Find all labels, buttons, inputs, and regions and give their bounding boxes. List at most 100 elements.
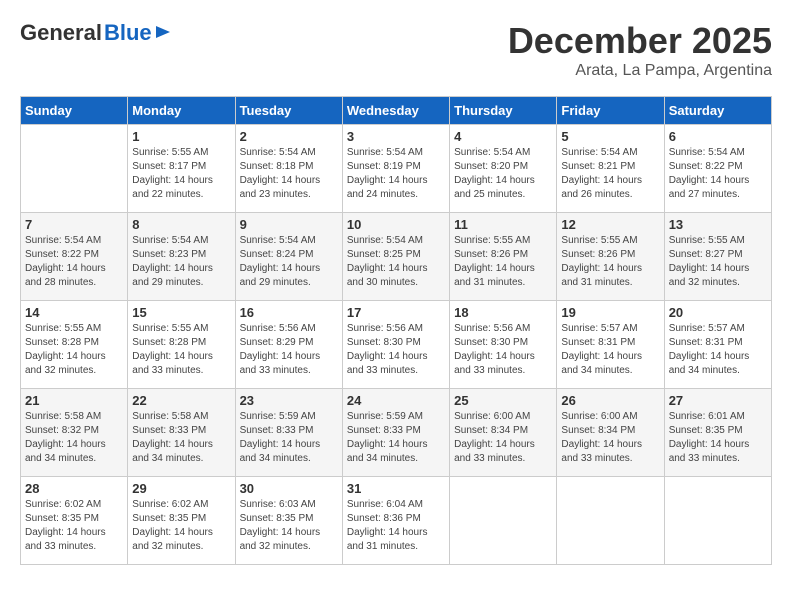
weekday-header: Saturday xyxy=(664,97,771,125)
cell-info: Sunrise: 5:55 AMSunset: 8:17 PMDaylight:… xyxy=(132,146,230,202)
calendar-cell xyxy=(450,477,557,565)
day-number: 7 xyxy=(25,217,123,232)
calendar-cell: 8 Sunrise: 5:54 AMSunset: 8:23 PMDaylight… xyxy=(128,213,235,301)
cell-info: Sunrise: 6:01 AMSunset: 8:35 PMDaylight:… xyxy=(669,410,767,466)
day-number: 2 xyxy=(240,129,338,144)
day-number: 5 xyxy=(561,129,659,144)
title-area: December 2025 Arata, La Pampa, Argentina xyxy=(508,20,772,80)
calendar-cell: 5 Sunrise: 5:54 AMSunset: 8:21 PMDaylight… xyxy=(557,125,664,213)
calendar-cell: 7 Sunrise: 5:54 AMSunset: 8:22 PMDaylight… xyxy=(21,213,128,301)
cell-info: Sunrise: 6:02 AMSunset: 8:35 PMDaylight:… xyxy=(132,498,230,554)
calendar-cell: 14 Sunrise: 5:55 AMSunset: 8:28 PMDayligh… xyxy=(21,301,128,389)
calendar-cell: 25 Sunrise: 6:00 AMSunset: 8:34 PMDayligh… xyxy=(450,389,557,477)
cell-info: Sunrise: 6:00 AMSunset: 8:34 PMDaylight:… xyxy=(561,410,659,466)
calendar-week-row: 21Sunrise: 5:58 AMSunset: 8:32 PMDayligh… xyxy=(21,389,772,477)
weekday-header: Friday xyxy=(557,97,664,125)
cell-info: Sunrise: 5:54 AMSunset: 8:22 PMDaylight:… xyxy=(669,146,767,202)
cell-info: Sunrise: 5:59 AMSunset: 8:33 PMDaylight:… xyxy=(240,410,338,466)
calendar-cell: 19Sunrise: 5:57 AMSunset: 8:31 PMDayligh… xyxy=(557,301,664,389)
calendar-cell: 30 Sunrise: 6:03 AMSunset: 8:35 PMDayligh… xyxy=(235,477,342,565)
day-number: 16 xyxy=(240,305,338,320)
day-number: 15 xyxy=(132,305,230,320)
calendar-week-row: 7 Sunrise: 5:54 AMSunset: 8:22 PMDaylight… xyxy=(21,213,772,301)
day-number: 17 xyxy=(347,305,445,320)
day-number: 31 xyxy=(347,481,445,496)
day-number: 6 xyxy=(669,129,767,144)
calendar-week-row: 14 Sunrise: 5:55 AMSunset: 8:28 PMDayligh… xyxy=(21,301,772,389)
calendar-cell: 24Sunrise: 5:59 AMSunset: 8:33 PMDayligh… xyxy=(342,389,449,477)
day-number: 10 xyxy=(347,217,445,232)
day-number: 29 xyxy=(132,481,230,496)
day-number: 18 xyxy=(454,305,552,320)
calendar-header: SundayMondayTuesdayWednesdayThursdayFrid… xyxy=(21,97,772,125)
weekday-header: Tuesday xyxy=(235,97,342,125)
calendar-cell: 17 Sunrise: 5:56 AMSunset: 8:30 PMDayligh… xyxy=(342,301,449,389)
day-number: 19 xyxy=(561,305,659,320)
day-number: 13 xyxy=(669,217,767,232)
calendar-cell: 28 Sunrise: 6:02 AMSunset: 8:35 PMDayligh… xyxy=(21,477,128,565)
cell-info: Sunrise: 5:54 AMSunset: 8:19 PMDaylight:… xyxy=(347,146,445,202)
day-number: 28 xyxy=(25,481,123,496)
calendar-cell xyxy=(664,477,771,565)
day-number: 20 xyxy=(669,305,767,320)
logo: General Blue xyxy=(20,20,172,46)
cell-info: Sunrise: 5:58 AMSunset: 8:33 PMDaylight:… xyxy=(132,410,230,466)
calendar-cell: 21Sunrise: 5:58 AMSunset: 8:32 PMDayligh… xyxy=(21,389,128,477)
calendar-cell xyxy=(21,125,128,213)
weekday-header: Wednesday xyxy=(342,97,449,125)
weekday-row: SundayMondayTuesdayWednesdayThursdayFrid… xyxy=(21,97,772,125)
calendar-cell: 29 Sunrise: 6:02 AMSunset: 8:35 PMDayligh… xyxy=(128,477,235,565)
calendar-cell: 20 Sunrise: 5:57 AMSunset: 8:31 PMDayligh… xyxy=(664,301,771,389)
cell-info: Sunrise: 5:54 AMSunset: 8:20 PMDaylight:… xyxy=(454,146,552,202)
day-number: 30 xyxy=(240,481,338,496)
calendar-week-row: 28 Sunrise: 6:02 AMSunset: 8:35 PMDayligh… xyxy=(21,477,772,565)
calendar-cell: 31 Sunrise: 6:04 AMSunset: 8:36 PMDayligh… xyxy=(342,477,449,565)
calendar-cell: 12Sunrise: 5:55 AMSunset: 8:26 PMDayligh… xyxy=(557,213,664,301)
calendar-cell: 6 Sunrise: 5:54 AMSunset: 8:22 PMDaylight… xyxy=(664,125,771,213)
cell-info: Sunrise: 5:54 AMSunset: 8:21 PMDaylight:… xyxy=(561,146,659,202)
weekday-header: Monday xyxy=(128,97,235,125)
calendar-cell: 18 Sunrise: 5:56 AMSunset: 8:30 PMDayligh… xyxy=(450,301,557,389)
cell-info: Sunrise: 5:55 AMSunset: 8:26 PMDaylight:… xyxy=(454,234,552,290)
day-number: 25 xyxy=(454,393,552,408)
cell-info: Sunrise: 5:56 AMSunset: 8:30 PMDaylight:… xyxy=(454,322,552,378)
day-number: 1 xyxy=(132,129,230,144)
day-number: 4 xyxy=(454,129,552,144)
cell-info: Sunrise: 5:56 AMSunset: 8:30 PMDaylight:… xyxy=(347,322,445,378)
month-title: December 2025 xyxy=(508,20,772,62)
calendar-cell: 26 Sunrise: 6:00 AMSunset: 8:34 PMDayligh… xyxy=(557,389,664,477)
calendar-cell: 16Sunrise: 5:56 AMSunset: 8:29 PMDayligh… xyxy=(235,301,342,389)
day-number: 27 xyxy=(669,393,767,408)
cell-info: Sunrise: 5:55 AMSunset: 8:28 PMDaylight:… xyxy=(25,322,123,378)
calendar-cell: 3 Sunrise: 5:54 AMSunset: 8:19 PMDaylight… xyxy=(342,125,449,213)
calendar-cell: 22Sunrise: 5:58 AMSunset: 8:33 PMDayligh… xyxy=(128,389,235,477)
cell-info: Sunrise: 5:59 AMSunset: 8:33 PMDaylight:… xyxy=(347,410,445,466)
day-number: 26 xyxy=(561,393,659,408)
calendar-cell: 11 Sunrise: 5:55 AMSunset: 8:26 PMDayligh… xyxy=(450,213,557,301)
day-number: 9 xyxy=(240,217,338,232)
cell-info: Sunrise: 5:58 AMSunset: 8:32 PMDaylight:… xyxy=(25,410,123,466)
cell-info: Sunrise: 6:03 AMSunset: 8:35 PMDaylight:… xyxy=(240,498,338,554)
cell-info: Sunrise: 5:55 AMSunset: 8:28 PMDaylight:… xyxy=(132,322,230,378)
page-header: General Blue December 2025 Arata, La Pam… xyxy=(20,20,772,80)
logo-blue-text: Blue xyxy=(104,20,152,46)
cell-info: Sunrise: 6:02 AMSunset: 8:35 PMDaylight:… xyxy=(25,498,123,554)
calendar-cell: 1 Sunrise: 5:55 AMSunset: 8:17 PMDaylight… xyxy=(128,125,235,213)
day-number: 12 xyxy=(561,217,659,232)
day-number: 14 xyxy=(25,305,123,320)
cell-info: Sunrise: 6:00 AMSunset: 8:34 PMDaylight:… xyxy=(454,410,552,466)
calendar-cell: 4 Sunrise: 5:54 AMSunset: 8:20 PMDaylight… xyxy=(450,125,557,213)
calendar-cell: 27 Sunrise: 6:01 AMSunset: 8:35 PMDayligh… xyxy=(664,389,771,477)
cell-info: Sunrise: 5:57 AMSunset: 8:31 PMDaylight:… xyxy=(669,322,767,378)
weekday-header: Thursday xyxy=(450,97,557,125)
logo-arrow-icon xyxy=(156,24,172,40)
cell-info: Sunrise: 5:54 AMSunset: 8:23 PMDaylight:… xyxy=(132,234,230,290)
cell-info: Sunrise: 5:54 AMSunset: 8:25 PMDaylight:… xyxy=(347,234,445,290)
day-number: 8 xyxy=(132,217,230,232)
calendar-cell: 13Sunrise: 5:55 AMSunset: 8:27 PMDayligh… xyxy=(664,213,771,301)
cell-info: Sunrise: 5:54 AMSunset: 8:22 PMDaylight:… xyxy=(25,234,123,290)
day-number: 3 xyxy=(347,129,445,144)
cell-info: Sunrise: 5:54 AMSunset: 8:18 PMDaylight:… xyxy=(240,146,338,202)
cell-info: Sunrise: 6:04 AMSunset: 8:36 PMDaylight:… xyxy=(347,498,445,554)
day-number: 11 xyxy=(454,217,552,232)
